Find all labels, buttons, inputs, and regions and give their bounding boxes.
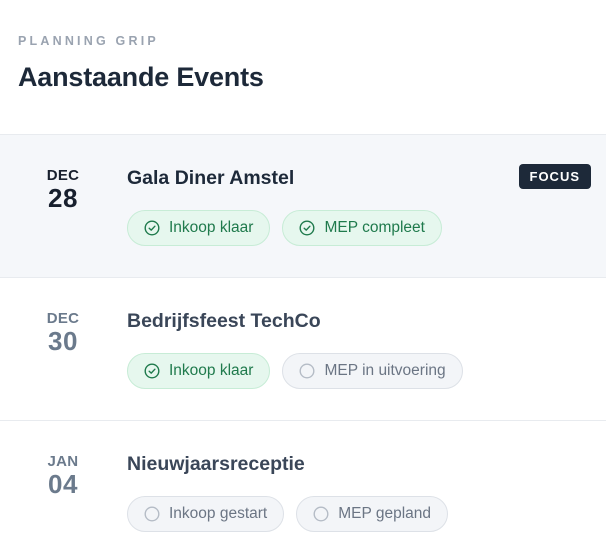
check-circle-icon (144, 363, 160, 379)
event-month: JAN (47, 453, 79, 470)
eyebrow-label: PLANNING GRIP (18, 34, 159, 48)
status-chips: Inkoop klaar MEP compleet (127, 210, 442, 246)
status-chip-inkoop: Inkoop klaar (127, 353, 271, 389)
check-circle-icon (299, 220, 315, 236)
chip-label: MEP compleet (324, 219, 425, 236)
event-day: 04 (48, 469, 78, 499)
page-header: PLANNING GRIP Aanstaande Events (0, 0, 606, 134)
status-chips: Inkoop gestart MEP gepland (127, 496, 449, 532)
event-day: 28 (48, 183, 78, 213)
page-title: Aanstaande Events (18, 62, 264, 92)
chip-label: Inkoop klaar (169, 362, 254, 379)
status-chip-inkoop: Inkoop klaar (127, 210, 271, 246)
status-chip-mep: MEP compleet (282, 210, 442, 246)
event-title: Nieuwjaarsreceptie (127, 453, 305, 475)
event-month: DEC (46, 310, 80, 327)
empty-circle-icon (313, 506, 329, 522)
event-row[interactable]: DEC 30 Bedrijfsfeest TechCo Inkoop klaar… (0, 278, 606, 421)
focus-badge: FOCUS (518, 164, 591, 189)
chip-label: MEP in uitvoering (324, 362, 446, 379)
status-chip-mep: MEP gepland (296, 496, 449, 532)
event-title: Bedrijfsfeest TechCo (127, 310, 321, 332)
chip-label: MEP gepland (338, 505, 432, 522)
event-list: DEC 28 Gala Diner Amstel FOCUS Inkoop kl… (0, 134, 606, 558)
event-date: DEC 28 (30, 167, 96, 213)
event-row[interactable]: DEC 28 Gala Diner Amstel FOCUS Inkoop kl… (0, 135, 606, 278)
event-row[interactable]: JAN 04 Nieuwjaarsreceptie Inkoop gestart… (0, 421, 606, 558)
event-day: 30 (48, 326, 78, 356)
event-date: DEC 30 (30, 310, 96, 356)
event-date: JAN 04 (30, 453, 96, 499)
event-month: DEC (46, 167, 80, 184)
status-chip-inkoop: Inkoop gestart (127, 496, 285, 532)
chip-label: Inkoop klaar (169, 219, 254, 236)
check-circle-icon (144, 220, 160, 236)
empty-circle-icon (144, 506, 160, 522)
status-chip-mep: MEP in uitvoering (282, 353, 463, 389)
chip-label: Inkoop gestart (169, 505, 268, 522)
status-chips: Inkoop klaar MEP in uitvoering (127, 353, 463, 389)
event-title: Gala Diner Amstel (127, 167, 295, 189)
empty-circle-icon (299, 363, 315, 379)
